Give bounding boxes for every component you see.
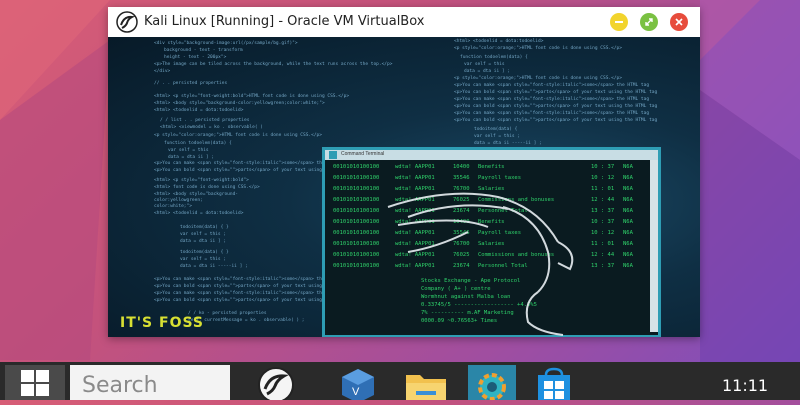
taskbar-virtualbox-button[interactable]: V: [332, 365, 384, 403]
virtualbox-window[interactable]: Kali Linux [Running] - Oracle VM Virtual…: [108, 7, 700, 337]
taskbar-clock[interactable]: 11:11: [722, 376, 768, 395]
close-button[interactable]: [670, 13, 688, 31]
taskbar-file-explorer-button[interactable]: [400, 365, 452, 403]
minimize-icon: [615, 21, 623, 23]
watermark: IT'S FOSS: [120, 315, 205, 331]
window-title: Kali Linux [Running] - Oracle VM Virtual…: [144, 14, 425, 29]
store-icon: [538, 367, 570, 403]
kali-linux-icon: [258, 367, 294, 403]
windows-logo-icon: [21, 369, 49, 396]
taskbar-settings-button[interactable]: [466, 365, 518, 403]
search-placeholder: Search: [82, 373, 158, 398]
virtualbox-icon: V: [342, 369, 374, 403]
taskbar-kali-button[interactable]: [250, 365, 302, 403]
file-explorer-icon: [406, 375, 446, 403]
search-input[interactable]: Search: [70, 365, 230, 400]
taskbar-store-button[interactable]: [528, 365, 580, 403]
taskbar: Search V 11:11: [0, 362, 800, 403]
svg-text:V: V: [352, 386, 360, 398]
maximize-button[interactable]: [640, 13, 658, 31]
vm-display[interactable]: <div style="background-image:url(/px/sam…: [108, 37, 700, 337]
maximize-icon: [645, 18, 653, 26]
start-button[interactable]: [5, 365, 65, 400]
window-titlebar[interactable]: Kali Linux [Running] - Oracle VM Virtual…: [108, 7, 700, 37]
settings-app-icon: [468, 365, 516, 403]
kali-dragon-icon: [116, 11, 138, 33]
minimize-button[interactable]: [610, 13, 628, 31]
close-icon: [675, 18, 683, 26]
kali-dragon-logo: [387, 192, 574, 336]
